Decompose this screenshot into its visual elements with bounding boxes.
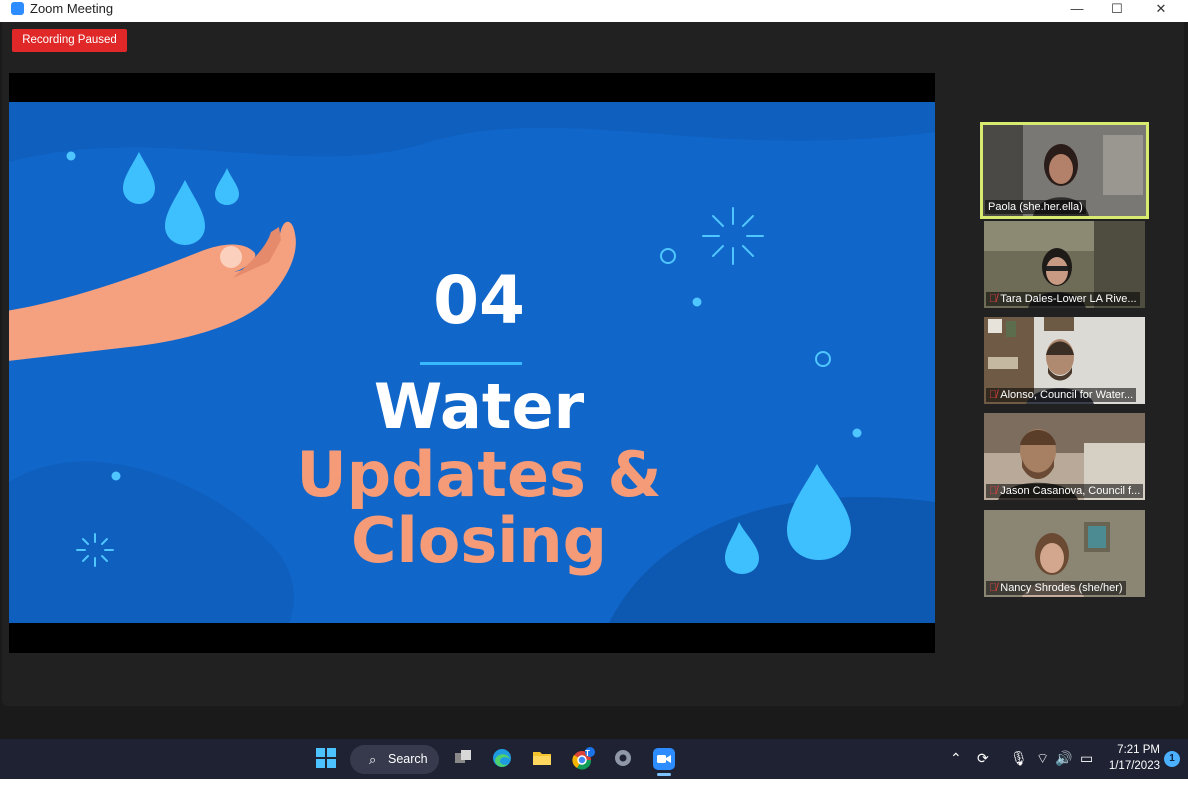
screen-bottom-edge	[0, 779, 1188, 788]
close-button[interactable]: ✕	[1138, 0, 1184, 20]
battery-icon[interactable]: ▭	[1080, 748, 1093, 768]
participant-name-label: 🎙̸ Nancy Shrodes (she/her)	[986, 581, 1126, 595]
taskbar-search-button[interactable]: ⌕ Search	[350, 745, 439, 774]
presentation-slide: 04 Water Updates & Closing	[9, 102, 935, 623]
volume-icon[interactable]: 🔊	[1055, 748, 1072, 768]
slide-title-line-1: Water	[373, 370, 585, 443]
participant-name-label: Paola (she.her.ella)	[985, 200, 1086, 214]
sync-icon[interactable]: ⟳	[977, 748, 989, 768]
participant-tile[interactable]: 🎙̸ Jason Casanova, Council f...	[984, 413, 1145, 500]
mic-muted-icon: 🎙̸	[989, 582, 998, 594]
windows-start-icon[interactable]	[314, 747, 338, 771]
edge-browser-icon[interactable]	[490, 747, 514, 771]
mic-muted-icon: 🎙̸	[989, 485, 998, 497]
slide-title-line-2-text: Updates &	[296, 438, 662, 511]
taskbar-search-label: Search	[388, 752, 428, 766]
slide-title-line-3-text: Closing	[350, 504, 608, 577]
wifi-icon[interactable]: ⌔	[1036, 748, 1049, 768]
participant-tile[interactable]: 🎙̸ Tara Dales-Lower LA Rive...	[984, 221, 1145, 308]
zoom-app-icon	[11, 2, 24, 15]
clock-time[interactable]: 7:21 PM	[1110, 744, 1160, 756]
slide-divider	[420, 362, 522, 365]
window-titlebar: Zoom Meeting — ☐ ✕	[0, 0, 1188, 22]
chrome-icon[interactable]: T	[571, 747, 595, 771]
chevron-up-icon[interactable]: ⌃	[950, 748, 962, 768]
recording-status-badge[interactable]: Recording Paused	[12, 29, 127, 52]
participant-tile[interactable]: 🎙̸ Nancy Shrodes (she/her)	[984, 510, 1145, 597]
mic-muted-icon: 🎙̸	[989, 293, 998, 305]
task-view-icon[interactable]	[451, 747, 475, 771]
slide-number: 04	[433, 262, 525, 339]
microphone-icon[interactable]: 🎙	[1010, 748, 1028, 768]
chrome-profile-badge: T	[585, 749, 590, 758]
participant-name-label: 🎙̸ Alonso, Council for Water...	[986, 388, 1137, 402]
mic-muted-icon: 🎙̸	[989, 389, 998, 401]
settings-gear-icon[interactable]	[611, 747, 635, 771]
zoom-taskbar-icon[interactable]	[652, 747, 676, 771]
maximize-button[interactable]: ☐	[1094, 0, 1140, 20]
shared-screen[interactable]: 04 Water Updates & Closing	[9, 73, 935, 653]
file-explorer-icon[interactable]	[530, 747, 554, 771]
slide-title-line-2: Updates & Closing	[249, 442, 709, 574]
clock-date[interactable]: 1/17/2023	[1100, 760, 1160, 772]
participant-tile[interactable]: Paola (she.her.ella)	[980, 122, 1149, 219]
window-title: Zoom Meeting	[30, 1, 114, 16]
active-app-indicator	[657, 773, 671, 776]
participant-tile[interactable]: 🎙̸ Alonso, Council for Water...	[984, 317, 1145, 404]
participant-name-label: 🎙̸ Tara Dales-Lower LA Rive...	[986, 292, 1140, 306]
search-icon: ⌕	[369, 752, 377, 767]
notification-badge[interactable]: 1	[1164, 751, 1180, 767]
participant-name-label: 🎙̸ Jason Casanova, Council f...	[986, 484, 1144, 498]
